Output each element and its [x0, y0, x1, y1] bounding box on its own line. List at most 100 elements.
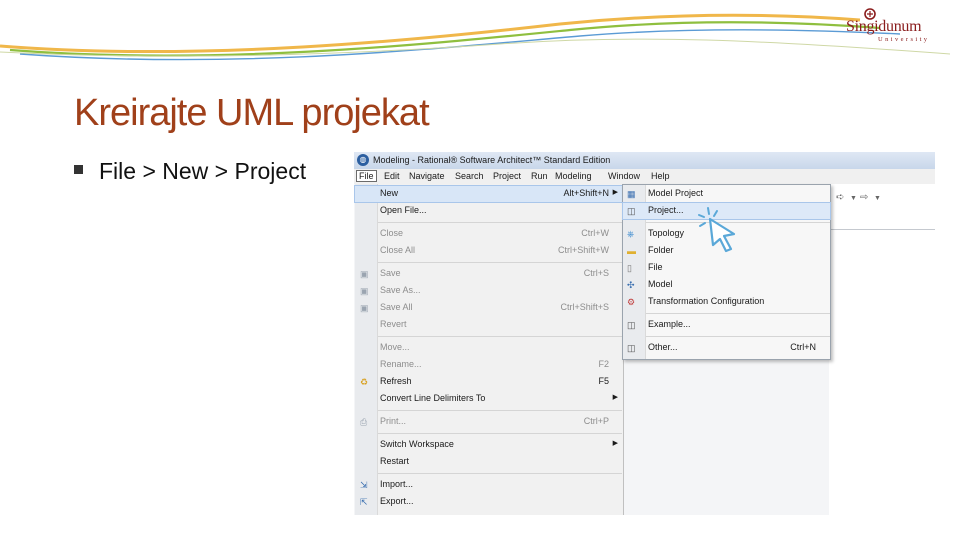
example-icon: ◫	[627, 320, 636, 330]
file-menu-new[interactable]: New Alt+Shift+N ▶	[354, 185, 624, 203]
menu-window[interactable]: Window	[608, 171, 640, 181]
menu-item-label: Move...	[380, 342, 410, 352]
window-titlebar: ◍ Modeling - Rational® Software Architec…	[354, 152, 935, 170]
menu-item-label: Folder	[648, 245, 674, 255]
new-menu-example[interactable]: ◫ Example...	[623, 317, 830, 333]
university-logo: Singidunum University	[842, 8, 942, 48]
menu-separator	[378, 473, 622, 474]
print-icon: ⎙	[360, 417, 368, 427]
menu-item-label: Save All	[380, 302, 413, 312]
new-menu-transformation-configuration[interactable]: ⚙ Transformation Configuration	[623, 294, 830, 310]
file-menu-switch-workspace[interactable]: Switch Workspace ▶	[355, 437, 623, 453]
menu-navigate[interactable]: Navigate	[409, 171, 445, 181]
menu-item-label: Model Project	[648, 188, 704, 198]
menu-item-label: Switch Workspace	[380, 439, 454, 449]
new-menu-model[interactable]: ✣ Model	[623, 277, 830, 293]
menu-item-shortcut: Ctrl+P	[583, 416, 609, 426]
folder-icon: ▬	[627, 246, 636, 256]
save-icon: ▣	[360, 269, 369, 279]
file-menu-export[interactable]: ⇱ Export...	[355, 494, 623, 510]
other-icon: ◫	[627, 343, 636, 353]
bullet-square-icon	[74, 165, 83, 175]
menu-item-shortcut: Ctrl+Shift+W	[557, 245, 609, 255]
logo-subtitle: University	[878, 36, 930, 43]
logo-name: Singidunum	[846, 18, 922, 35]
bullet-point: File > New > Project	[74, 158, 306, 185]
file-menu-refresh[interactable]: ♻ Refresh F5	[355, 374, 623, 390]
chevron-down-icon[interactable]: ▼	[874, 195, 881, 202]
menu-separator	[378, 336, 622, 337]
file-menu-rename[interactable]: Rename... F2	[355, 357, 623, 373]
menu-item-label: Rename...	[380, 359, 422, 369]
export-icon: ⇱	[360, 497, 368, 507]
menu-item-shortcut: F2	[598, 359, 609, 369]
menu-separator	[378, 433, 622, 434]
menu-item-label: Import...	[380, 479, 414, 489]
bullet-text: File > New > Project	[99, 158, 307, 184]
topology-icon: ⎈	[627, 229, 635, 239]
file-menu-save-all[interactable]: ▣ Save All Ctrl+Shift+S	[355, 300, 623, 316]
menu-item-shortcut: Ctrl+S	[583, 268, 609, 278]
file-menu-restart[interactable]: Restart	[355, 454, 623, 470]
menu-item-label: Refresh	[380, 376, 412, 386]
file-menu-close[interactable]: Close Ctrl+W	[355, 226, 623, 242]
file-menu-save[interactable]: ▣ Save Ctrl+S	[355, 266, 623, 282]
menu-item-label: Example...	[648, 319, 691, 329]
file-menu-open-file[interactable]: Open File...	[355, 203, 623, 219]
menu-file[interactable]: File	[356, 170, 377, 182]
menu-item-shortcut: Ctrl+Shift+S	[560, 302, 609, 312]
menu-search[interactable]: Search	[455, 171, 484, 181]
new-menu-other[interactable]: ◫ Other... Ctrl+N	[623, 340, 830, 356]
menu-item-label: Restart	[380, 456, 410, 466]
model-project-icon: ▦	[627, 189, 636, 199]
save-all-icon: ▣	[360, 303, 369, 313]
menu-item-label: Convert Line Delimiters To	[380, 393, 486, 403]
menu-separator	[378, 222, 622, 223]
menu-item-label: Revert	[380, 319, 407, 329]
menu-separator	[378, 262, 622, 263]
slide-title: Kreirajte UML projekat	[74, 92, 430, 134]
transformation-icon: ⚙	[627, 297, 636, 307]
menu-item-label: Open File...	[380, 205, 427, 215]
header-swoosh	[0, 13, 951, 61]
menu-separator	[646, 313, 830, 314]
menu-item-label: Close	[380, 228, 404, 238]
submenu-arrow-icon: ▶	[612, 394, 618, 401]
toolbar-forward-icon[interactable]: ⇨	[860, 192, 868, 203]
menu-run[interactable]: Run	[531, 171, 548, 181]
menu-item-label: Export...	[380, 496, 414, 506]
window-title: Modeling - Rational® Software Architect™…	[373, 155, 611, 165]
menu-item-label: Save	[380, 268, 401, 278]
file-menu-move[interactable]: Move...	[355, 340, 623, 356]
menu-item-label: Transformation Configuration	[648, 296, 765, 306]
menu-help[interactable]: Help	[651, 171, 670, 181]
file-menu-close-all[interactable]: Close All Ctrl+Shift+W	[355, 243, 623, 259]
chevron-down-icon[interactable]: ▼	[850, 195, 857, 202]
menu-modeling[interactable]: Modeling	[555, 171, 592, 181]
model-icon: ✣	[627, 280, 635, 290]
file-menu: New Alt+Shift+N ▶ Open File... Close Ctr…	[354, 184, 624, 515]
menu-project[interactable]: Project	[493, 171, 521, 181]
divider	[828, 229, 935, 230]
menu-item-shortcut: Ctrl+N	[790, 342, 816, 352]
file-menu-import[interactable]: ⇲ Import...	[355, 477, 623, 493]
menu-item-label: Model	[648, 279, 673, 289]
file-menu-convert-line-delimiters[interactable]: Convert Line Delimiters To ▶	[355, 391, 623, 407]
menu-item-label: Save As...	[380, 285, 421, 295]
submenu-arrow-icon: ▶	[612, 189, 618, 196]
menu-edit[interactable]: Edit	[384, 171, 400, 181]
menu-item-shortcut: Alt+Shift+N	[563, 188, 609, 198]
file-menu-revert[interactable]: Revert	[355, 317, 623, 333]
menu-item-label: New	[380, 188, 399, 198]
menu-item-shortcut: F5	[598, 376, 609, 386]
menu-separator	[646, 336, 830, 337]
file-menu-print[interactable]: ⎙ Print... Ctrl+P	[355, 414, 623, 430]
save-as-icon: ▣	[360, 286, 369, 296]
editor-area	[829, 184, 935, 515]
ide-screenshot: ◍ Modeling - Rational® Software Architec…	[354, 152, 935, 515]
new-menu-file[interactable]: ▯ File	[623, 260, 830, 276]
toolbar-back-icon[interactable]: ➪	[836, 192, 844, 203]
file-menu-save-as[interactable]: ▣ Save As...	[355, 283, 623, 299]
new-menu-model-project[interactable]: ▦ Model Project	[623, 186, 830, 202]
menu-item-label: File	[648, 262, 663, 272]
